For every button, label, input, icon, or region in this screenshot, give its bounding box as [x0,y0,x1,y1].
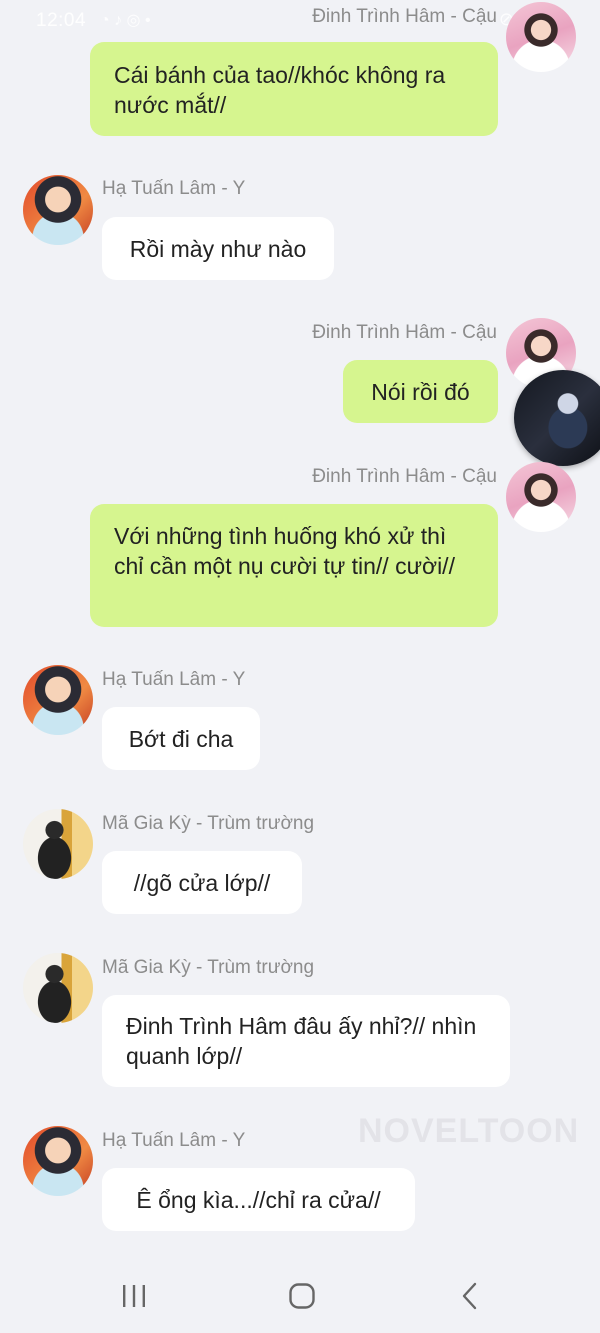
avatar [23,665,93,735]
avatar [23,175,93,245]
message-bubble[interactable]: Bớt đi cha [102,707,260,770]
avatar [23,953,93,1023]
sender-name: Đinh Trình Hâm - Cậu [312,322,497,343]
sender-name: Mã Gia Kỳ - Trùm trường [102,957,315,978]
message-bubble[interactable]: //gõ cửa lớp// [102,851,302,914]
sender-name: Hạ Tuấn Lâm - Y [102,1130,246,1151]
back-button[interactable] [440,1258,500,1333]
message-bubble[interactable]: Cái bánh của tao//khóc không ra nước mắt… [90,42,498,136]
message-bubble[interactable]: Rồi mày như nào [102,217,334,280]
recent-apps-button[interactable] [104,1258,164,1333]
message-bubble[interactable]: Với những tình huống khó xử thì chỉ cần … [90,504,498,627]
avatar [506,462,576,532]
sender-name: Đinh Trình Hâm - Cậu [312,6,497,27]
sender-name: Hạ Tuấn Lâm - Y [102,178,246,199]
sender-name: Hạ Tuấn Lâm - Y [102,669,246,690]
home-icon [289,1282,315,1309]
status-time: 12:04 [36,10,87,31]
avatar [23,1126,93,1196]
home-button[interactable] [272,1258,332,1333]
watermark: NOVELTOON [358,1112,580,1150]
floating-photo[interactable] [514,370,600,466]
avatar [506,2,576,72]
message-bubble[interactable]: Đinh Trình Hâm đâu ấy nhỉ?// nhìn quanh … [102,995,510,1087]
avatar [23,809,93,879]
message-bubble[interactable]: Ê ổng kìa...//chỉ ra cửa// [102,1168,415,1231]
sender-name: Mã Gia Kỳ - Trùm trường [102,813,315,834]
message-bubble[interactable]: Nói rồi đó [343,360,498,423]
back-icon [462,1282,477,1309]
notification-icons: ◔ ♪ ◎ • [100,12,151,29]
recent-apps-icon [123,1284,145,1307]
sender-name: Đinh Trình Hâm - Cậu [312,466,497,487]
navigation-bar [0,1258,600,1333]
